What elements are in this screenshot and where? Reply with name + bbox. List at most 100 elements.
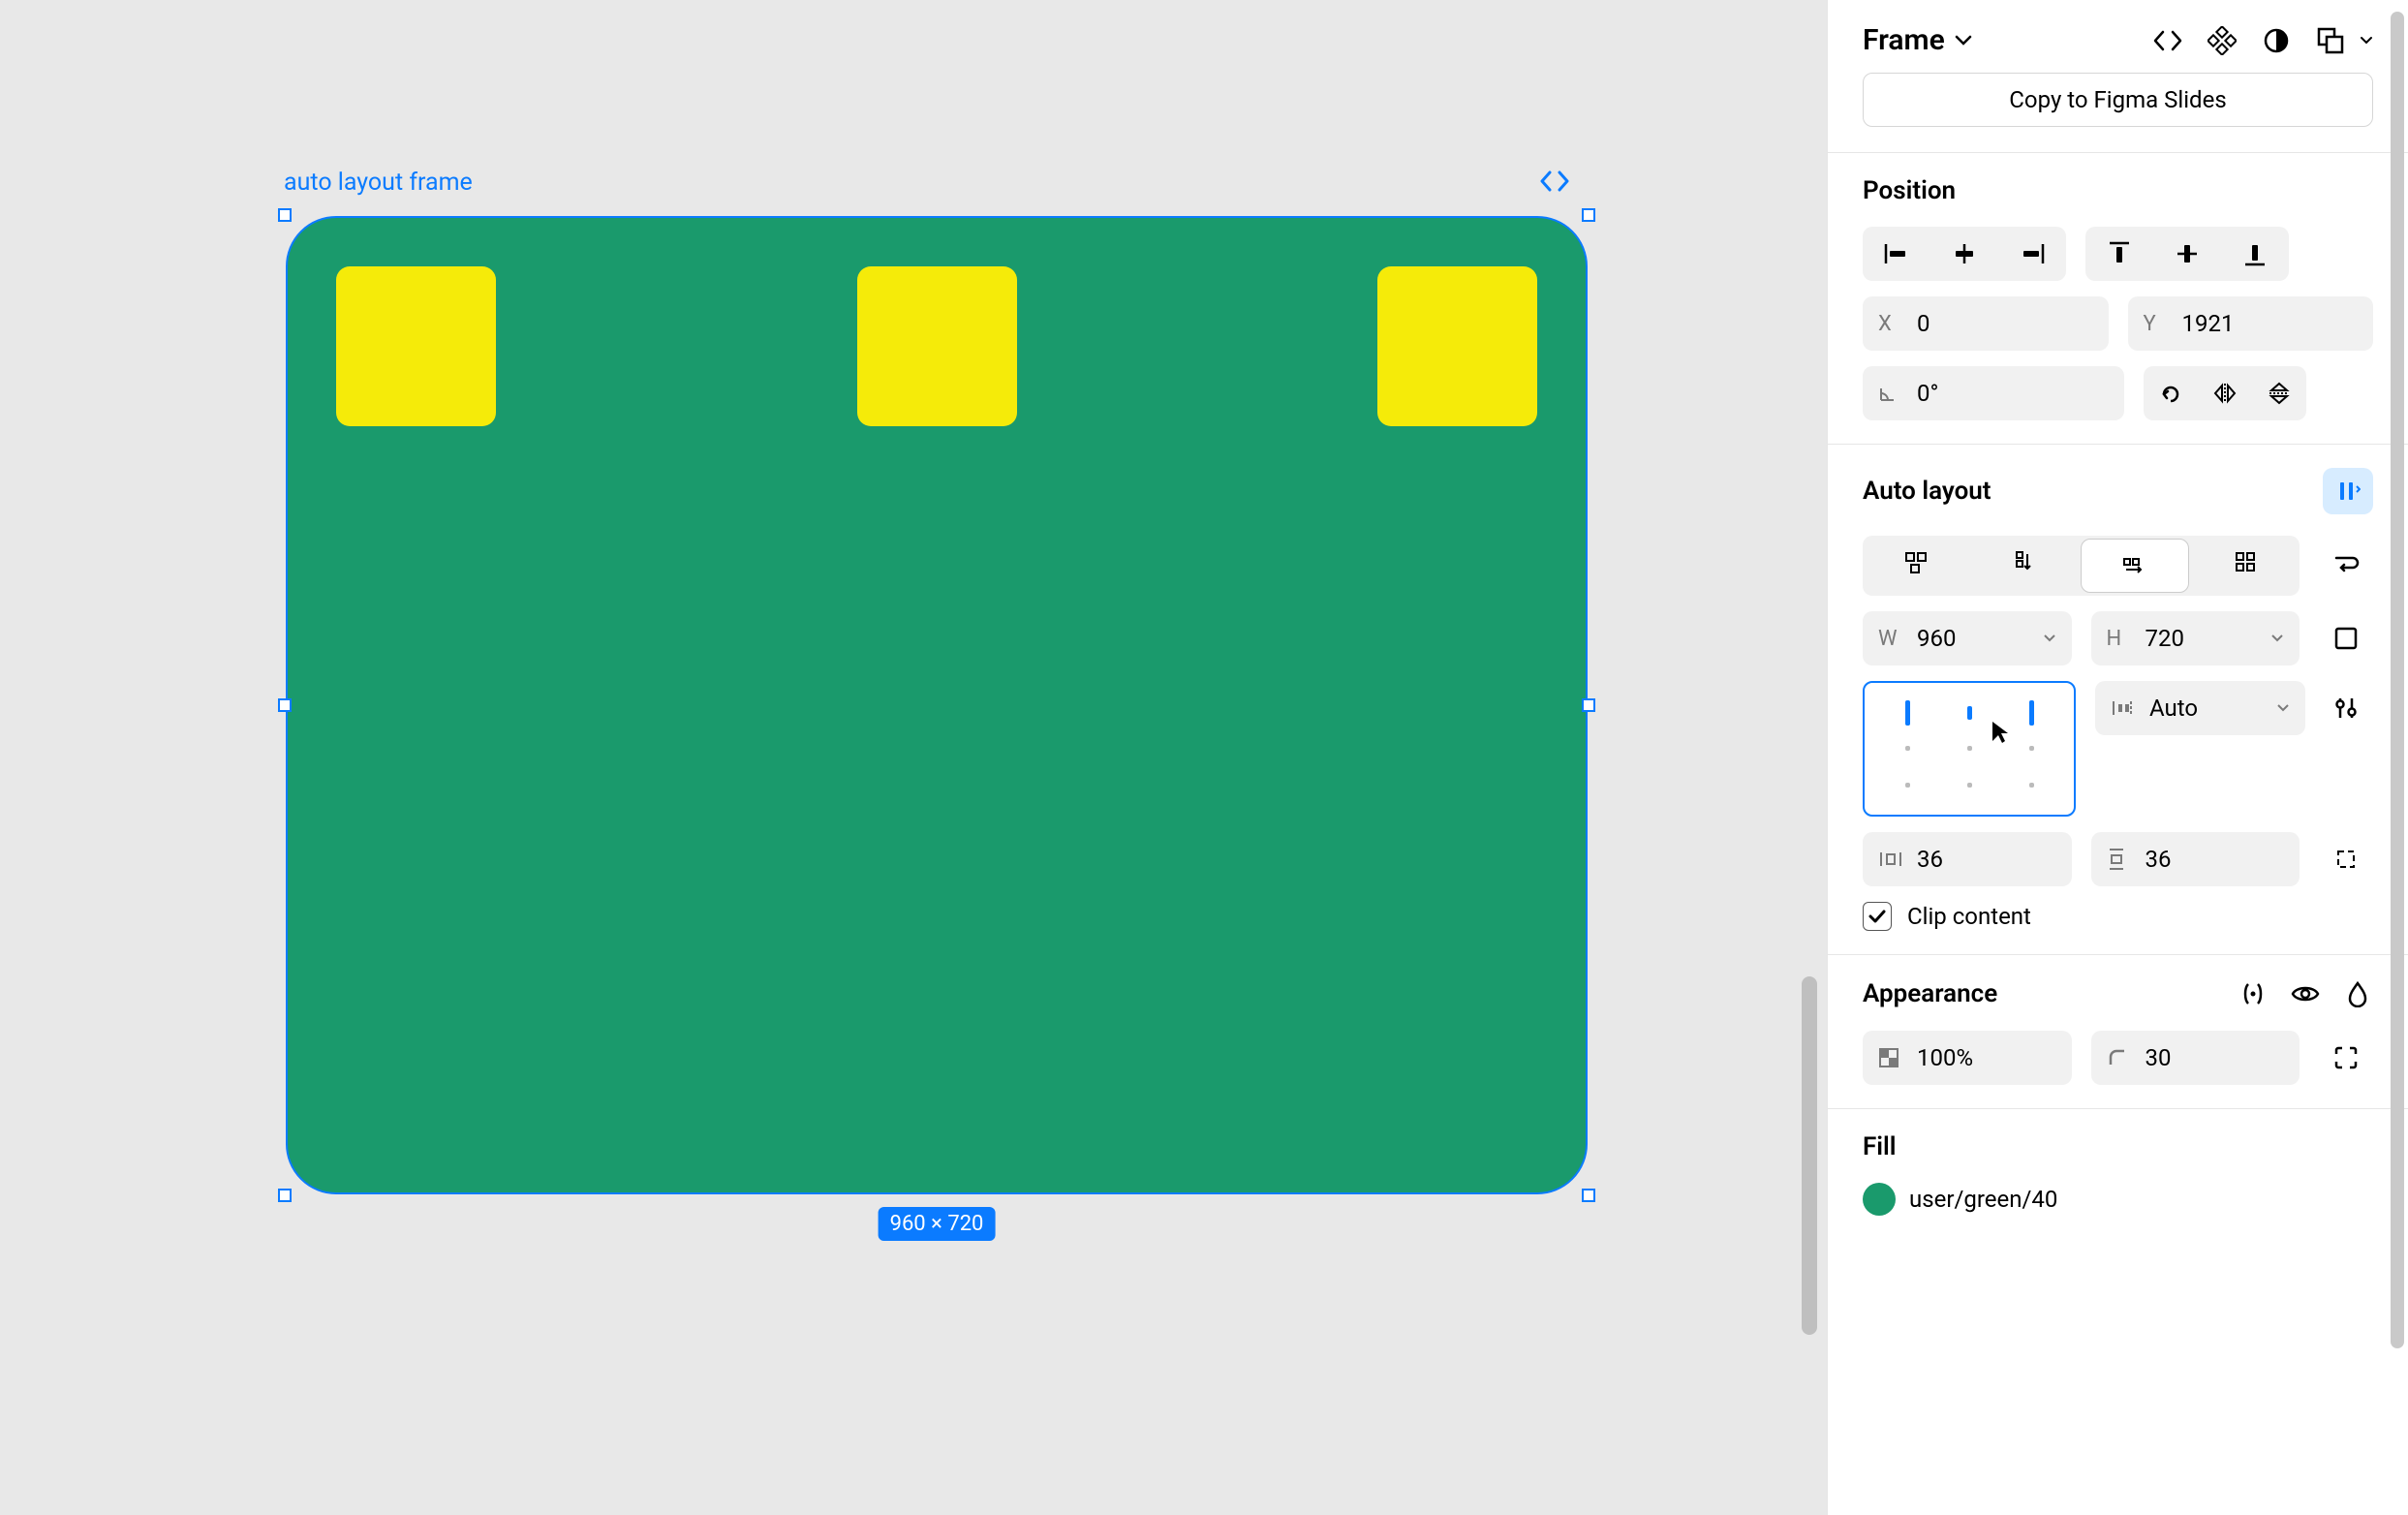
- resize-handle-mid-left[interactable]: [278, 698, 292, 712]
- panel-vertical-scrollbar[interactable]: [2391, 12, 2404, 1348]
- h-padding-icon: [1878, 850, 1903, 869]
- auto-layout-frame[interactable]: [286, 216, 1588, 1194]
- gap-value: Auto: [2149, 695, 2263, 722]
- individual-corners-button[interactable]: [2319, 1031, 2373, 1085]
- opacity-value: 100%: [1917, 1044, 2056, 1071]
- align-bottom-button[interactable]: [2221, 227, 2289, 281]
- individual-padding-button[interactable]: [2319, 832, 2373, 886]
- fill-color-row[interactable]: user/green/40: [1863, 1183, 2373, 1216]
- gap-icon: [2111, 698, 2136, 718]
- y-value: 1921: [2182, 310, 2359, 337]
- fill-section: Fill user/green/40: [1828, 1109, 2408, 1239]
- direction-wrap-button[interactable]: [2192, 536, 2300, 590]
- rotate-90-button[interactable]: [2144, 366, 2198, 420]
- align-vertical-group: [2085, 227, 2289, 281]
- gap-input[interactable]: Auto: [2095, 681, 2305, 735]
- corner-radius-value: 30: [2146, 1044, 2285, 1071]
- position-title: Position: [1863, 176, 2373, 205]
- rotation-input[interactable]: 0°: [1863, 366, 2124, 420]
- element-type-dropdown[interactable]: Frame: [1863, 23, 1972, 57]
- chevron-down-icon[interactable]: [2360, 36, 2373, 46]
- align-right-button[interactable]: [1998, 227, 2066, 281]
- selected-frame-wrapper: 960 × 720: [286, 216, 1588, 1194]
- y-input[interactable]: Y 1921: [2128, 296, 2374, 351]
- direction-none-button[interactable]: [1863, 536, 1970, 590]
- horizontal-padding-input[interactable]: 36: [1863, 832, 2072, 886]
- clip-content-label: Clip content: [1907, 903, 2031, 930]
- x-label: X: [1878, 312, 1903, 336]
- h-label: H: [2107, 627, 2132, 651]
- contrast-icon[interactable]: [2261, 25, 2292, 56]
- vertical-padding-input[interactable]: 36: [2091, 832, 2300, 886]
- dimensions-badge: 960 × 720: [879, 1207, 996, 1241]
- component-icon[interactable]: [2207, 25, 2238, 56]
- h-padding-value: 36: [1917, 846, 2056, 873]
- v-padding-icon: [2107, 847, 2132, 872]
- chevron-down-icon[interactable]: [2270, 634, 2284, 643]
- reverse-direction-button[interactable]: [2319, 536, 2373, 590]
- angle-icon: [1878, 384, 1903, 403]
- chevron-down-icon[interactable]: [2276, 703, 2290, 713]
- opacity-icon: [1878, 1047, 1903, 1068]
- boolean-ops-icon[interactable]: [2315, 25, 2346, 56]
- w-label: W: [1878, 627, 1903, 651]
- code-panel-icon[interactable]: [1540, 170, 1569, 192]
- w-value: 960: [1917, 625, 2029, 652]
- child-rect-1[interactable]: [336, 266, 496, 426]
- corner-radius-icon: [2107, 1047, 2132, 1068]
- blend-mode-icon[interactable]: [2342, 978, 2373, 1009]
- align-v-center-button[interactable]: [2153, 227, 2221, 281]
- align-horizontal-group: [1863, 227, 2066, 281]
- properties-panel[interactable]: Frame: [1827, 0, 2408, 1515]
- opacity-input[interactable]: 100%: [1863, 1031, 2072, 1085]
- fill-swatch[interactable]: [1863, 1183, 1896, 1216]
- position-section: Position: [1828, 153, 2408, 445]
- checkbox-checked-icon: [1863, 902, 1892, 931]
- copy-button-label: Copy to Figma Slides: [2009, 86, 2226, 113]
- canvas-vertical-scrollbar[interactable]: [1802, 976, 1817, 1335]
- x-value: 0: [1917, 310, 2093, 337]
- auto-layout-toggle[interactable]: [2323, 468, 2373, 514]
- appearance-section: Appearance: [1828, 955, 2408, 1109]
- element-type-label: Frame: [1863, 23, 1945, 57]
- direction-horizontal-button[interactable]: [2081, 539, 2190, 593]
- layout-direction-group: [1863, 536, 2300, 596]
- align-left-button[interactable]: [1863, 227, 1930, 281]
- chevron-down-icon[interactable]: [2043, 634, 2056, 643]
- copy-to-slides-button[interactable]: Copy to Figma Slides: [1863, 73, 2373, 127]
- auto-layout-settings-button[interactable]: [2319, 681, 2373, 735]
- auto-layout-title: Auto layout: [1863, 477, 1991, 506]
- child-rect-3[interactable]: [1377, 266, 1537, 426]
- corner-radius-input[interactable]: 30: [2091, 1031, 2300, 1085]
- appearance-title: Appearance: [1863, 979, 1997, 1008]
- child-rect-2[interactable]: [857, 266, 1017, 426]
- frame-label[interactable]: auto layout frame: [284, 169, 473, 197]
- clip-content-checkbox[interactable]: Clip content: [1863, 902, 2373, 931]
- flip-horizontal-button[interactable]: [2198, 366, 2252, 420]
- resize-handle-mid-right[interactable]: [1582, 698, 1595, 712]
- fill-title: Fill: [1863, 1132, 2373, 1161]
- resize-handle-bottom-right[interactable]: [1582, 1189, 1595, 1202]
- rotation-value: 0°: [1917, 380, 2109, 407]
- align-top-button[interactable]: [2085, 227, 2153, 281]
- height-input[interactable]: H 720: [2091, 611, 2300, 665]
- resize-handle-bottom-left[interactable]: [278, 1189, 292, 1202]
- flip-vertical-button[interactable]: [2252, 366, 2306, 420]
- x-input[interactable]: X 0: [1863, 296, 2109, 351]
- dev-mode-icon[interactable]: [2152, 25, 2183, 56]
- auto-layout-section: Auto layout: [1828, 445, 2408, 955]
- resize-to-fit-button[interactable]: [2319, 611, 2373, 665]
- visibility-icon[interactable]: [2290, 978, 2321, 1009]
- v-padding-value: 36: [2146, 846, 2285, 873]
- h-value: 720: [2146, 625, 2258, 652]
- direction-vertical-button[interactable]: [1970, 536, 2078, 590]
- align-h-center-button[interactable]: [1930, 227, 1998, 281]
- width-input[interactable]: W 960: [1863, 611, 2072, 665]
- resize-handle-top-right[interactable]: [1582, 208, 1595, 222]
- resize-handle-top-left[interactable]: [278, 208, 292, 222]
- alignment-grid[interactable]: [1863, 681, 2076, 817]
- canvas[interactable]: auto layout frame 960 × 720: [0, 0, 1827, 1515]
- variable-mode-icon[interactable]: [2238, 978, 2269, 1009]
- chevron-down-icon: [1955, 35, 1972, 46]
- y-label: Y: [2144, 312, 2169, 336]
